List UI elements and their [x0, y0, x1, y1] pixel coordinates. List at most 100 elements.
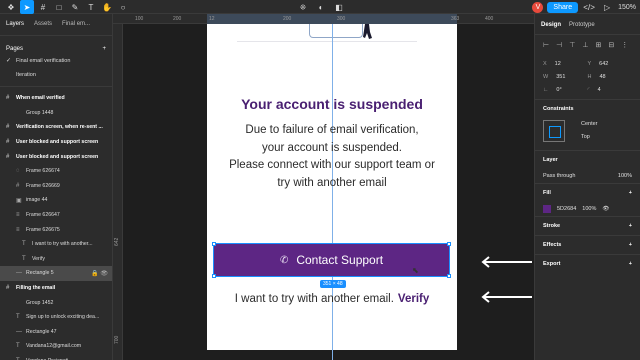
align-bottom-icon[interactable]: ⊟: [608, 41, 614, 49]
illustration-person-icon: [363, 24, 372, 39]
y-field[interactable]: Y 642: [588, 61, 633, 67]
blend-mode-select[interactable]: Pass through: [543, 173, 575, 179]
layer-item[interactable]: TVandana Prajapati: [0, 354, 112, 360]
layer-item[interactable]: — Rectangle 5 🔒 👁: [0, 266, 112, 281]
align-middle-icon[interactable]: ⊞: [595, 41, 601, 49]
pen-icon[interactable]: ✎: [68, 0, 82, 14]
layer-item[interactable]: ◌ Frame 626674: [0, 164, 112, 179]
contact-support-label: Contact Support: [296, 253, 384, 267]
avatar[interactable]: V: [532, 1, 544, 13]
align-left-icon[interactable]: ⊢: [543, 41, 549, 49]
w-field[interactable]: W 351: [543, 74, 588, 80]
play-icon[interactable]: ▷: [600, 0, 614, 14]
constraint-horizontal[interactable]: Center: [581, 121, 598, 127]
layer-item[interactable]: # Verification screen, when re-sent ...: [0, 120, 112, 135]
layer-item[interactable]: ≡ Frame 626675: [0, 222, 112, 237]
tab-assets[interactable]: Assets: [34, 21, 52, 27]
layer-item[interactable]: ▣ image 44: [0, 193, 112, 208]
constraint-widget[interactable]: [543, 120, 565, 142]
align-top-icon[interactable]: ⊥: [582, 41, 588, 49]
fill-swatch[interactable]: [543, 205, 551, 213]
resize-handle[interactable]: [212, 242, 216, 246]
layer-item[interactable]: — Rectangle 47: [0, 325, 112, 340]
canvas[interactable]: Your account is suspended Due to failure…: [123, 24, 534, 360]
fill-hex[interactable]: 5D2684: [557, 206, 576, 212]
add-stroke-button[interactable]: +: [629, 223, 632, 229]
resize-handle[interactable]: [447, 242, 451, 246]
layer-item[interactable]: T Verify: [0, 252, 112, 267]
add-fill-button[interactable]: +: [629, 190, 632, 196]
ruler-tick: 300: [337, 16, 346, 22]
radius-field[interactable]: ◜ 4: [588, 87, 633, 93]
layer-type-icon: #: [6, 139, 10, 146]
layer-label: Group 1452: [26, 299, 54, 306]
resize-handle[interactable]: [212, 274, 216, 278]
ruler-tick: 12: [209, 16, 215, 22]
layer-item[interactable]: ≡ Frame 626647: [0, 208, 112, 223]
layer-item[interactable]: # Filling the email: [0, 281, 112, 296]
tab-prototype[interactable]: Prototype: [569, 22, 595, 28]
layer-type-icon: ◌: [16, 168, 20, 175]
boolean-icon[interactable]: ◧: [332, 0, 346, 14]
zoom-level[interactable]: 150%: [618, 4, 636, 11]
layers-panel: Layers Assets Final em... Pages + ✓ Final…: [0, 14, 113, 360]
x-field[interactable]: X 12: [543, 61, 588, 67]
resize-handle[interactable]: [447, 274, 451, 278]
add-effect-button[interactable]: +: [629, 242, 632, 248]
page-label: Final email verification: [16, 58, 71, 64]
layer-row: Pass through 100%: [535, 169, 640, 183]
page-item[interactable]: ✓ Final email verification: [0, 54, 112, 68]
tab-layers[interactable]: Layers: [6, 21, 24, 27]
tab-page-name[interactable]: Final em...: [62, 21, 90, 27]
layer-item[interactable]: # User blocked and support screen: [0, 149, 112, 164]
verify-link[interactable]: Verify: [398, 293, 429, 305]
move-icon[interactable]: ➤: [20, 0, 34, 14]
h-field[interactable]: H 48: [588, 74, 633, 80]
frame-icon[interactable]: #: [36, 0, 50, 14]
figma-menu-icon[interactable]: ❖: [4, 0, 18, 14]
page-item[interactable]: Iteration: [0, 68, 112, 82]
shape-icon[interactable]: □: [52, 0, 66, 14]
add-page-button[interactable]: +: [102, 46, 106, 52]
horizontal-ruler: 100 200 12 200 300 363 400: [113, 14, 534, 24]
layer-type-icon: #: [6, 285, 10, 292]
align-right-icon[interactable]: ⊤: [569, 41, 575, 49]
layer-label: Group 1448: [26, 109, 54, 116]
align-center-icon[interactable]: ⊣: [556, 41, 562, 49]
layer-label: image 44: [26, 197, 48, 204]
component-icon[interactable]: ⁜: [296, 0, 310, 14]
share-button[interactable]: Share: [547, 1, 579, 13]
layer-label: When email verified: [16, 95, 65, 102]
layer-item[interactable]: T I want to try with another...: [0, 237, 112, 252]
eye-icon[interactable]: 👁: [602, 206, 609, 212]
text-icon[interactable]: T: [84, 0, 98, 14]
comment-icon[interactable]: ○: [116, 0, 130, 14]
hand-icon[interactable]: ✋: [100, 0, 114, 14]
pages-heading: Pages: [6, 46, 24, 52]
layer-item[interactable]: Group 1448: [0, 106, 112, 121]
constraint-vertical[interactable]: Top: [581, 134, 598, 140]
layer-item[interactable]: T Vandana12@gmail.com: [0, 339, 112, 354]
ruler-tick: 400: [485, 16, 494, 22]
layer-type-icon: —: [16, 328, 22, 335]
layer-opacity[interactable]: 100%: [618, 173, 632, 179]
layer-type-icon: T: [16, 343, 20, 350]
fill-opacity[interactable]: 100%: [582, 206, 596, 212]
layer-type-icon: #: [6, 124, 10, 131]
layer-type-icon: #: [6, 95, 10, 102]
suspension-message: Due to failure of email verification, yo…: [207, 122, 457, 192]
cursor-icon: ⬉: [412, 266, 419, 275]
layer-item[interactable]: Group 1452: [0, 295, 112, 310]
distribute-icon[interactable]: ⋮: [621, 41, 628, 49]
layer-item[interactable]: # When email verified: [0, 91, 112, 106]
tab-design[interactable]: Design: [541, 22, 561, 28]
dev-mode-button[interactable]: </>: [582, 0, 596, 14]
layer-item[interactable]: # Frame 626669: [0, 179, 112, 194]
mask-icon[interactable]: ◐: [314, 0, 328, 14]
layer-lock-visibility-icons[interactable]: 🔒 👁: [91, 270, 108, 277]
add-export-button[interactable]: +: [629, 261, 632, 267]
layer-item[interactable]: # User blocked and support screen: [0, 135, 112, 150]
page-label: Iteration: [16, 72, 36, 78]
layer-item[interactable]: T Sign up to unlock exciting dea...: [0, 310, 112, 325]
rotation-field[interactable]: ∟ 0°: [543, 87, 588, 93]
